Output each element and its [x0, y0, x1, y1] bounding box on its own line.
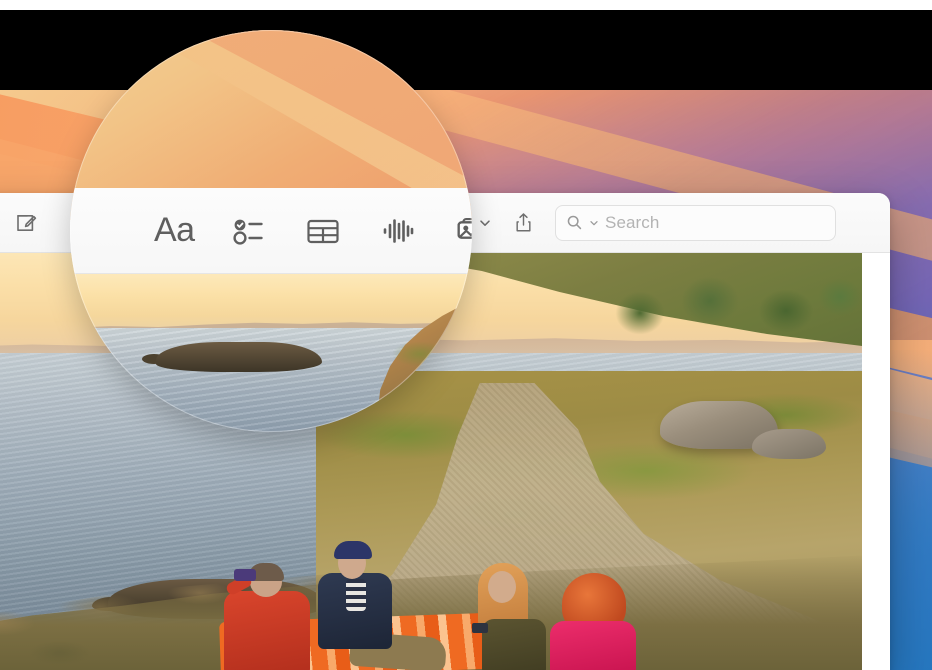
photo-binoculars: [234, 569, 256, 581]
photo-boulder-small: [752, 429, 826, 459]
audio-waveform-icon[interactable]: [377, 211, 417, 251]
magnifier-content: Aa: [70, 30, 472, 432]
photo-person-2-bandana: [334, 541, 372, 559]
magnified-photo: [70, 274, 472, 432]
media-photos-icon[interactable]: [451, 210, 472, 252]
photo-person-1-jacket: [224, 591, 310, 670]
toolbar-left-group: [0, 211, 38, 235]
search-input[interactable]: Search: [555, 204, 836, 241]
compose-icon[interactable]: [14, 211, 38, 235]
photo-person-2-striped-shirt: [346, 579, 366, 611]
photo-person-3-jacket: [482, 619, 546, 670]
share-icon[interactable]: [512, 211, 535, 234]
magnified-photo-island: [156, 342, 322, 372]
checklist-icon[interactable]: [229, 211, 269, 251]
search-placeholder: Search: [605, 212, 660, 232]
magnified-toolbar: Aa: [70, 188, 472, 274]
photo-person-4-jacket: [550, 621, 636, 670]
magnified-photo-cliff-grass: [390, 314, 472, 432]
photo-people-group: [210, 521, 690, 670]
search-icon: [566, 214, 583, 231]
toolbar-right-group: Search: [436, 204, 890, 241]
top-sliver: [0, 0, 932, 10]
photo-person-3-head: [488, 571, 516, 603]
format-text-icon[interactable]: Aa: [154, 211, 195, 250]
search-chevron-icon[interactable]: [589, 218, 599, 228]
lock-chevron-icon[interactable]: [478, 216, 492, 230]
table-icon[interactable]: [303, 211, 343, 251]
screenshot-stage: Search Aa: [0, 0, 932, 670]
photo-person-3-phone: [472, 623, 488, 633]
photo-trees: [600, 261, 862, 379]
magnifier-lens: Aa: [70, 30, 472, 432]
